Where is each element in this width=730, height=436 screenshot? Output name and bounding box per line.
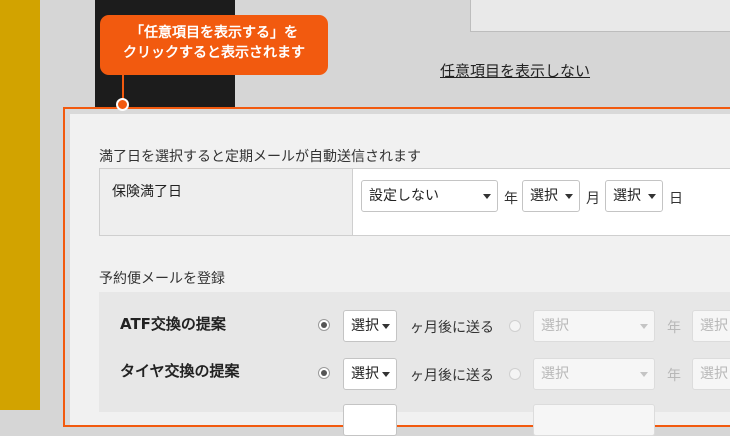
month-select-value: 選択 [700,366,728,382]
months-select-value: 選択 [351,366,379,382]
months-select-value: 選択 [351,318,379,334]
date-select-tire[interactable]: 選択 [533,358,655,390]
months-text-tire: ヶ月後に送る [410,368,494,384]
month-unit: 月 [586,191,600,207]
date-radio-tire[interactable] [509,368,521,380]
chevron-down-icon [640,372,648,377]
expiry-section-label: 満了日を選択すると定期メールが自動送信されます [99,149,421,165]
date-select-atf[interactable]: 選択 [533,310,655,342]
sidebar-strip [0,0,40,410]
expiry-row-header: 保険満了日 [100,169,353,235]
chevron-down-icon [565,194,573,199]
day-unit: 日 [669,191,683,207]
chevron-down-icon [382,372,390,377]
months-select-tire[interactable]: 選択 [343,358,397,390]
date-select-row3[interactable] [533,404,655,436]
year-unit: 年 [504,191,518,207]
callout-tooltip: 「任意項目を表示する」を クリックすると表示されます [100,15,328,75]
callout-dot-icon [116,98,129,111]
chevron-down-icon [640,324,648,329]
expiry-day-select[interactable]: 選択 [605,180,663,212]
months-radio-atf[interactable] [318,319,330,331]
year-unit-tire: 年 [667,368,681,384]
months-select-row3[interactable] [343,404,397,436]
callout-line-1: 「任意項目を表示する」を [130,25,298,41]
reservation-section-label: 予約便メールを登録 [99,271,225,287]
date-select-value: 選択 [541,366,569,382]
year-unit-atf: 年 [667,320,681,336]
hide-optional-items-link[interactable]: 任意項目を表示しない [440,60,590,81]
row-title-tire: タイヤ交換の提案 [120,362,240,380]
chevron-down-icon [648,194,656,199]
top-input-box [470,0,730,32]
expiry-month-value: 選択 [530,188,558,204]
expiry-month-select[interactable]: 選択 [522,180,580,212]
chevron-down-icon [382,324,390,329]
insurance-expiry-label: 保険満了日 [112,184,182,200]
date-select-value: 選択 [541,318,569,334]
month-select-atf[interactable]: 選択 [692,310,730,342]
expiry-day-value: 選択 [613,188,641,204]
row-title-atf: ATF交換の提案 [120,315,226,333]
month-select-tire[interactable]: 選択 [692,358,730,390]
expiry-year-value: 設定しない [369,188,439,204]
months-text-atf: ヶ月後に送る [410,320,494,336]
callout-line-2: クリックすると表示されます [123,45,305,61]
months-select-atf[interactable]: 選択 [343,310,397,342]
chevron-down-icon [483,194,491,199]
date-radio-atf[interactable] [509,320,521,332]
months-radio-tire[interactable] [318,367,330,379]
expiry-year-select[interactable]: 設定しない [361,180,498,212]
month-select-value: 選択 [700,318,728,334]
